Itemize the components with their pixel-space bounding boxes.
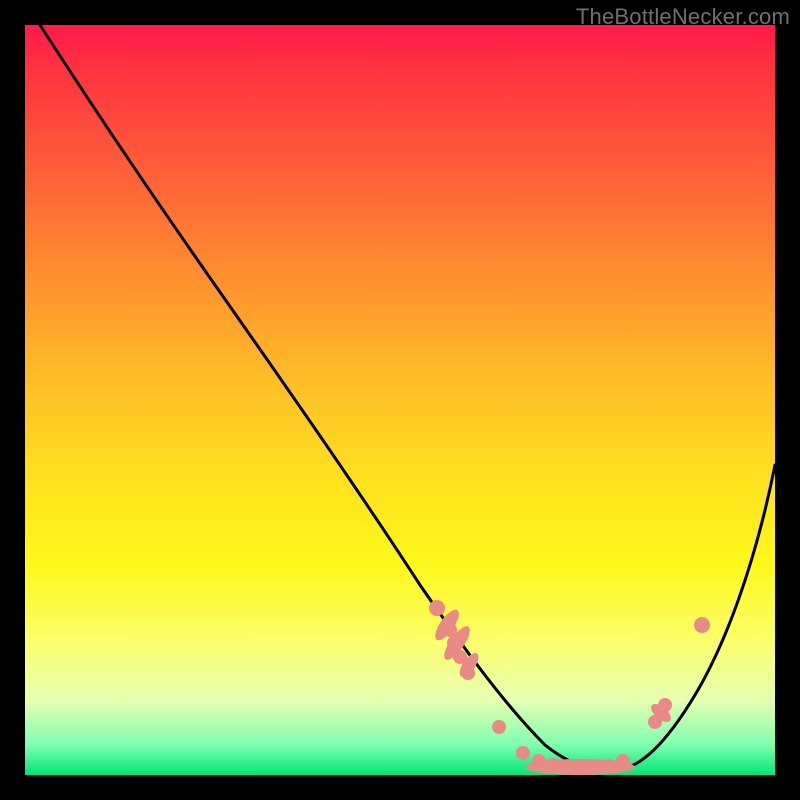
gradient-background bbox=[25, 25, 775, 775]
plot-area bbox=[25, 25, 775, 775]
chart-frame bbox=[25, 25, 775, 775]
